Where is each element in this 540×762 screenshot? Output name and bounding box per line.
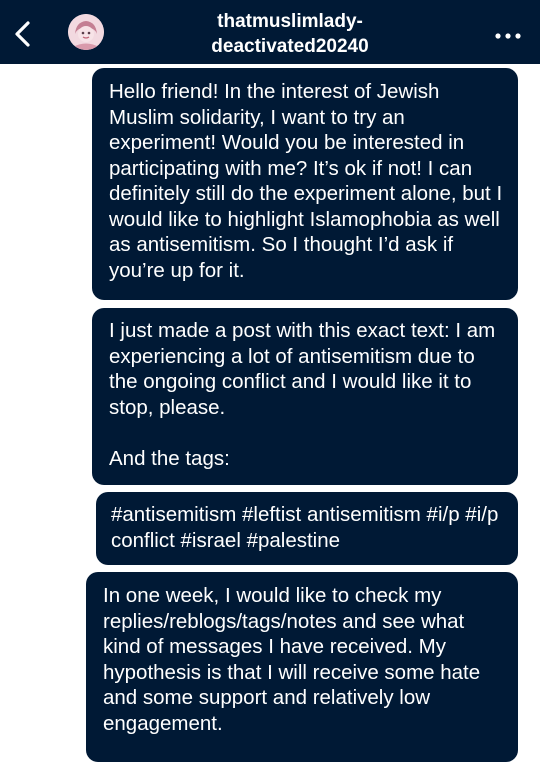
message-bubble[interactable]: I just made a post with this exact text:… xyxy=(92,308,518,485)
chevron-left-icon xyxy=(15,21,30,47)
avatar[interactable] xyxy=(68,14,104,50)
message-bubble[interactable]: #antisemitism #leftist antisemitism #i/p… xyxy=(96,492,518,565)
more-options-button[interactable] xyxy=(494,28,522,39)
message-bubble[interactable]: In one week, I would like to check my re… xyxy=(86,572,518,762)
conversation-header: thatmuslimlady-deactivated20240 xyxy=(0,0,540,64)
more-horizontal-icon xyxy=(495,33,521,39)
back-button[interactable] xyxy=(8,14,42,54)
conversation-username[interactable]: thatmuslimlady-deactivated20240 xyxy=(160,9,420,59)
message-bubble[interactable]: Hello friend! In the interest of Jewish … xyxy=(92,68,518,300)
